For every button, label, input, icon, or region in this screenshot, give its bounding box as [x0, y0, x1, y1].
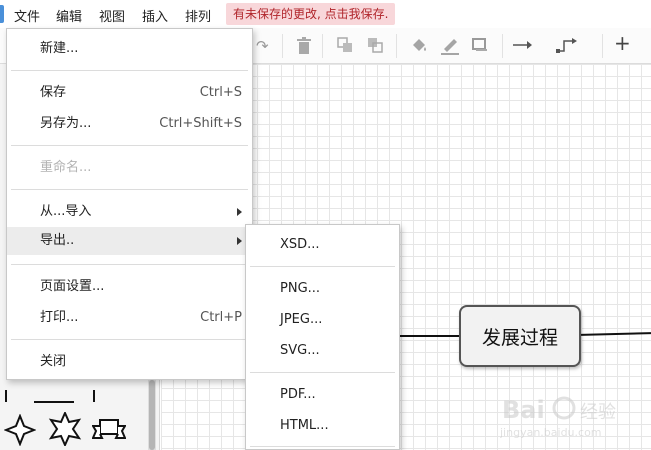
- node-label: 发展过程: [481, 326, 558, 349]
- toolbar-divider: [502, 34, 503, 58]
- toolbar-divider: [396, 34, 397, 58]
- panel-scrollbar-thumb[interactable]: [149, 380, 155, 450]
- export-xsd[interactable]: XSD...: [246, 231, 399, 259]
- to-back-icon[interactable]: [367, 37, 383, 57]
- menu-file[interactable]: 文件: [14, 6, 40, 25]
- toolbar-divider: [322, 34, 323, 58]
- menu-item-import[interactable]: 从...导入: [7, 198, 252, 226]
- svg-text:jingyan.baidu.com: jingyan.baidu.com: [500, 426, 602, 439]
- menu-item-print[interactable]: 打印... Ctrl+P: [7, 304, 252, 332]
- menu-item-close[interactable]: 关闭: [7, 348, 252, 376]
- export-submenu: XSD... PNG... JPEG... SVG... PDF... HTML…: [245, 224, 400, 450]
- baidu-watermark: Bai 经验 jingyan.baidu.com: [499, 390, 645, 440]
- redo-icon[interactable]: ↷: [256, 37, 269, 55]
- menu-divider: [11, 339, 248, 340]
- svg-text:Bai: Bai: [502, 396, 545, 424]
- menu-arrange[interactable]: 排列: [185, 6, 211, 25]
- file-menu: 新建... 保存 Ctrl+S 另存为... Ctrl+Shift+S 重命名...…: [6, 28, 253, 380]
- shortcut-print: Ctrl+P: [200, 310, 242, 325]
- line-color-icon[interactable]: [440, 37, 460, 59]
- export-png[interactable]: PNG...: [246, 275, 399, 303]
- toolbar-divider: [282, 34, 283, 58]
- shadow-icon[interactable]: [472, 37, 488, 57]
- menu-divider: [11, 189, 248, 190]
- menu-view[interactable]: 视图: [99, 6, 125, 25]
- menu-item-rename: 重命名...: [40, 160, 92, 175]
- submenu-arrow-icon: [237, 237, 242, 245]
- menu-divider: [250, 446, 395, 447]
- to-front-icon[interactable]: [337, 37, 353, 57]
- shape-bracket-row[interactable]: [4, 380, 95, 403]
- menu-item-page-setup[interactable]: 页面设置...: [7, 273, 252, 301]
- fill-color-icon[interactable]: [410, 37, 428, 59]
- shape-star-4-icon[interactable]: [3, 413, 37, 450]
- menu-divider: [11, 145, 248, 146]
- diagram-node[interactable]: 发展过程: [459, 305, 581, 367]
- waypoints-icon[interactable]: [556, 37, 578, 57]
- menu-divider: [250, 266, 395, 267]
- menu-item-save-as[interactable]: 另存为... Ctrl+Shift+S: [7, 110, 252, 138]
- shape-ribbon-icon[interactable]: [91, 418, 127, 450]
- insert-icon[interactable]: +: [614, 33, 631, 53]
- menu-edit[interactable]: 编辑: [56, 6, 82, 25]
- shape-star-6-icon[interactable]: [48, 410, 82, 450]
- menu-divider: [250, 372, 395, 373]
- menu-item-export[interactable]: 导出..: [7, 227, 252, 255]
- menu-divider: [11, 70, 248, 71]
- export-jpeg[interactable]: JPEG...: [246, 306, 399, 334]
- edge-line[interactable]: [396, 335, 460, 337]
- app-logo-icon: [0, 5, 4, 23]
- shortcut-save: Ctrl+S: [199, 85, 242, 100]
- delete-icon[interactable]: [296, 37, 312, 59]
- export-html[interactable]: HTML...: [246, 412, 399, 440]
- unsaved-changes-notice[interactable]: 有未保存的更改, 点击我保存.: [226, 3, 396, 25]
- export-svg[interactable]: SVG...: [246, 337, 399, 365]
- menu-insert[interactable]: 插入: [142, 6, 168, 25]
- menu-item-new[interactable]: 新建...: [7, 35, 252, 63]
- shortcut-save-as: Ctrl+Shift+S: [159, 116, 242, 131]
- submenu-arrow-icon: [237, 208, 242, 216]
- toolbar-divider: [602, 34, 603, 58]
- menubar: 文件 编辑 视图 插入 排列 有未保存的更改, 点击我保存.: [0, 0, 651, 28]
- menu-divider: [11, 264, 248, 265]
- connection-icon[interactable]: [513, 37, 533, 55]
- export-pdf[interactable]: PDF...: [246, 381, 399, 409]
- svg-text:经验: 经验: [580, 402, 616, 423]
- menu-item-save[interactable]: 保存 Ctrl+S: [7, 79, 252, 107]
